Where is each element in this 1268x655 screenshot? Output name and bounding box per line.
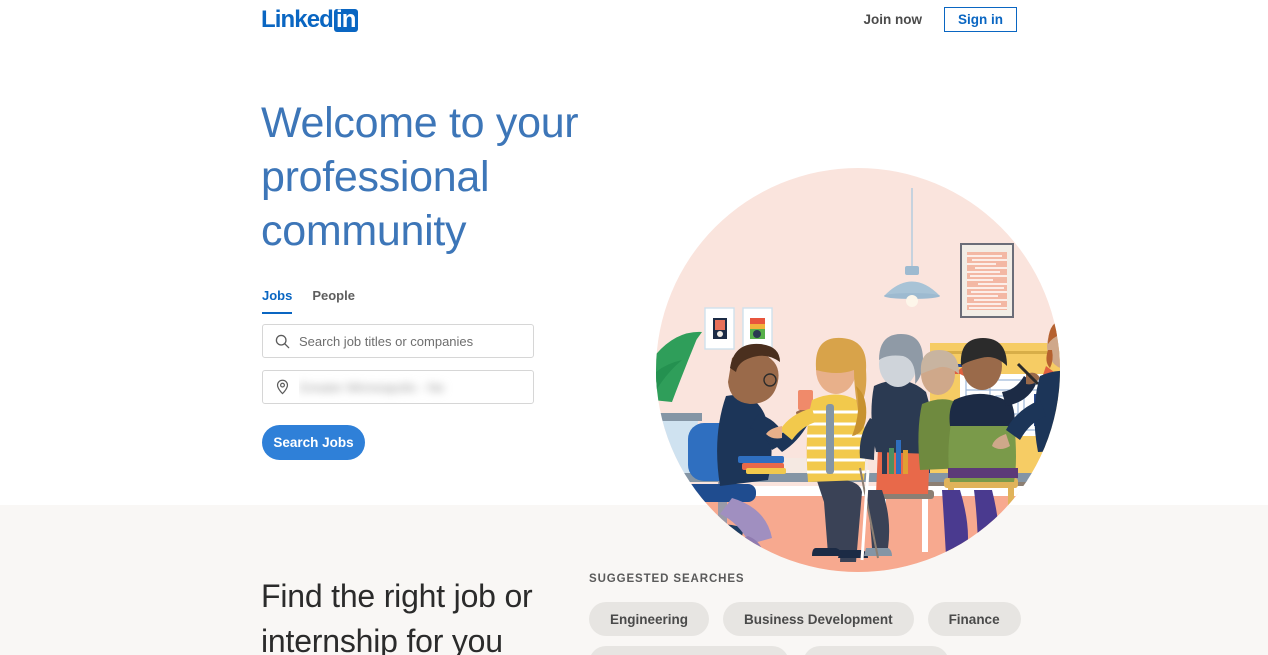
site-header: Linked in Join now Sign in xyxy=(0,0,1268,40)
location-value-blurred: Greater Minneapolis - Ne xyxy=(299,371,533,403)
logo-wordmark: Linked xyxy=(261,6,334,33)
logo-in-badge: in xyxy=(333,8,359,32)
location-field[interactable]: Greater Minneapolis - Ne xyxy=(262,370,534,404)
chip-engineering[interactable]: Engineering xyxy=(589,602,710,636)
office-illustration xyxy=(630,168,1090,588)
page-title: Welcome to your professional community xyxy=(261,99,579,255)
search-type-tabs: Jobs People xyxy=(262,288,355,314)
suggested-searches-chips: Engineering Business Development Finance… xyxy=(589,602,1229,655)
location-value-text: Greater Minneapolis - Ne xyxy=(299,379,445,395)
job-search-field[interactable] xyxy=(262,324,534,358)
location-pin-icon xyxy=(275,379,290,395)
search-icon xyxy=(275,334,290,349)
sign-in-button[interactable]: Sign in xyxy=(944,7,1017,32)
linkedin-logo[interactable]: Linked in xyxy=(261,6,359,33)
linkedin-landing-page: Linked in Join now Sign in Welcome to you… xyxy=(0,0,1268,655)
find-job-heading: Find the right job or internship for you xyxy=(261,578,533,655)
search-jobs-button[interactable]: Search Jobs xyxy=(262,425,365,460)
chip-row2-first[interactable]: Administrative Assistant xyxy=(589,646,789,655)
chip-row2-second[interactable]: Retail Associate xyxy=(802,646,949,655)
suggested-searches-label: SUGGESTED SEARCHES xyxy=(589,573,745,585)
chip-business-development[interactable]: Business Development xyxy=(723,602,914,636)
chip-finance[interactable]: Finance xyxy=(927,602,1021,636)
join-now-link[interactable]: Join now xyxy=(864,12,923,27)
tab-jobs[interactable]: Jobs xyxy=(262,288,293,314)
tab-people[interactable]: People xyxy=(312,288,355,314)
search-input[interactable] xyxy=(299,325,533,357)
